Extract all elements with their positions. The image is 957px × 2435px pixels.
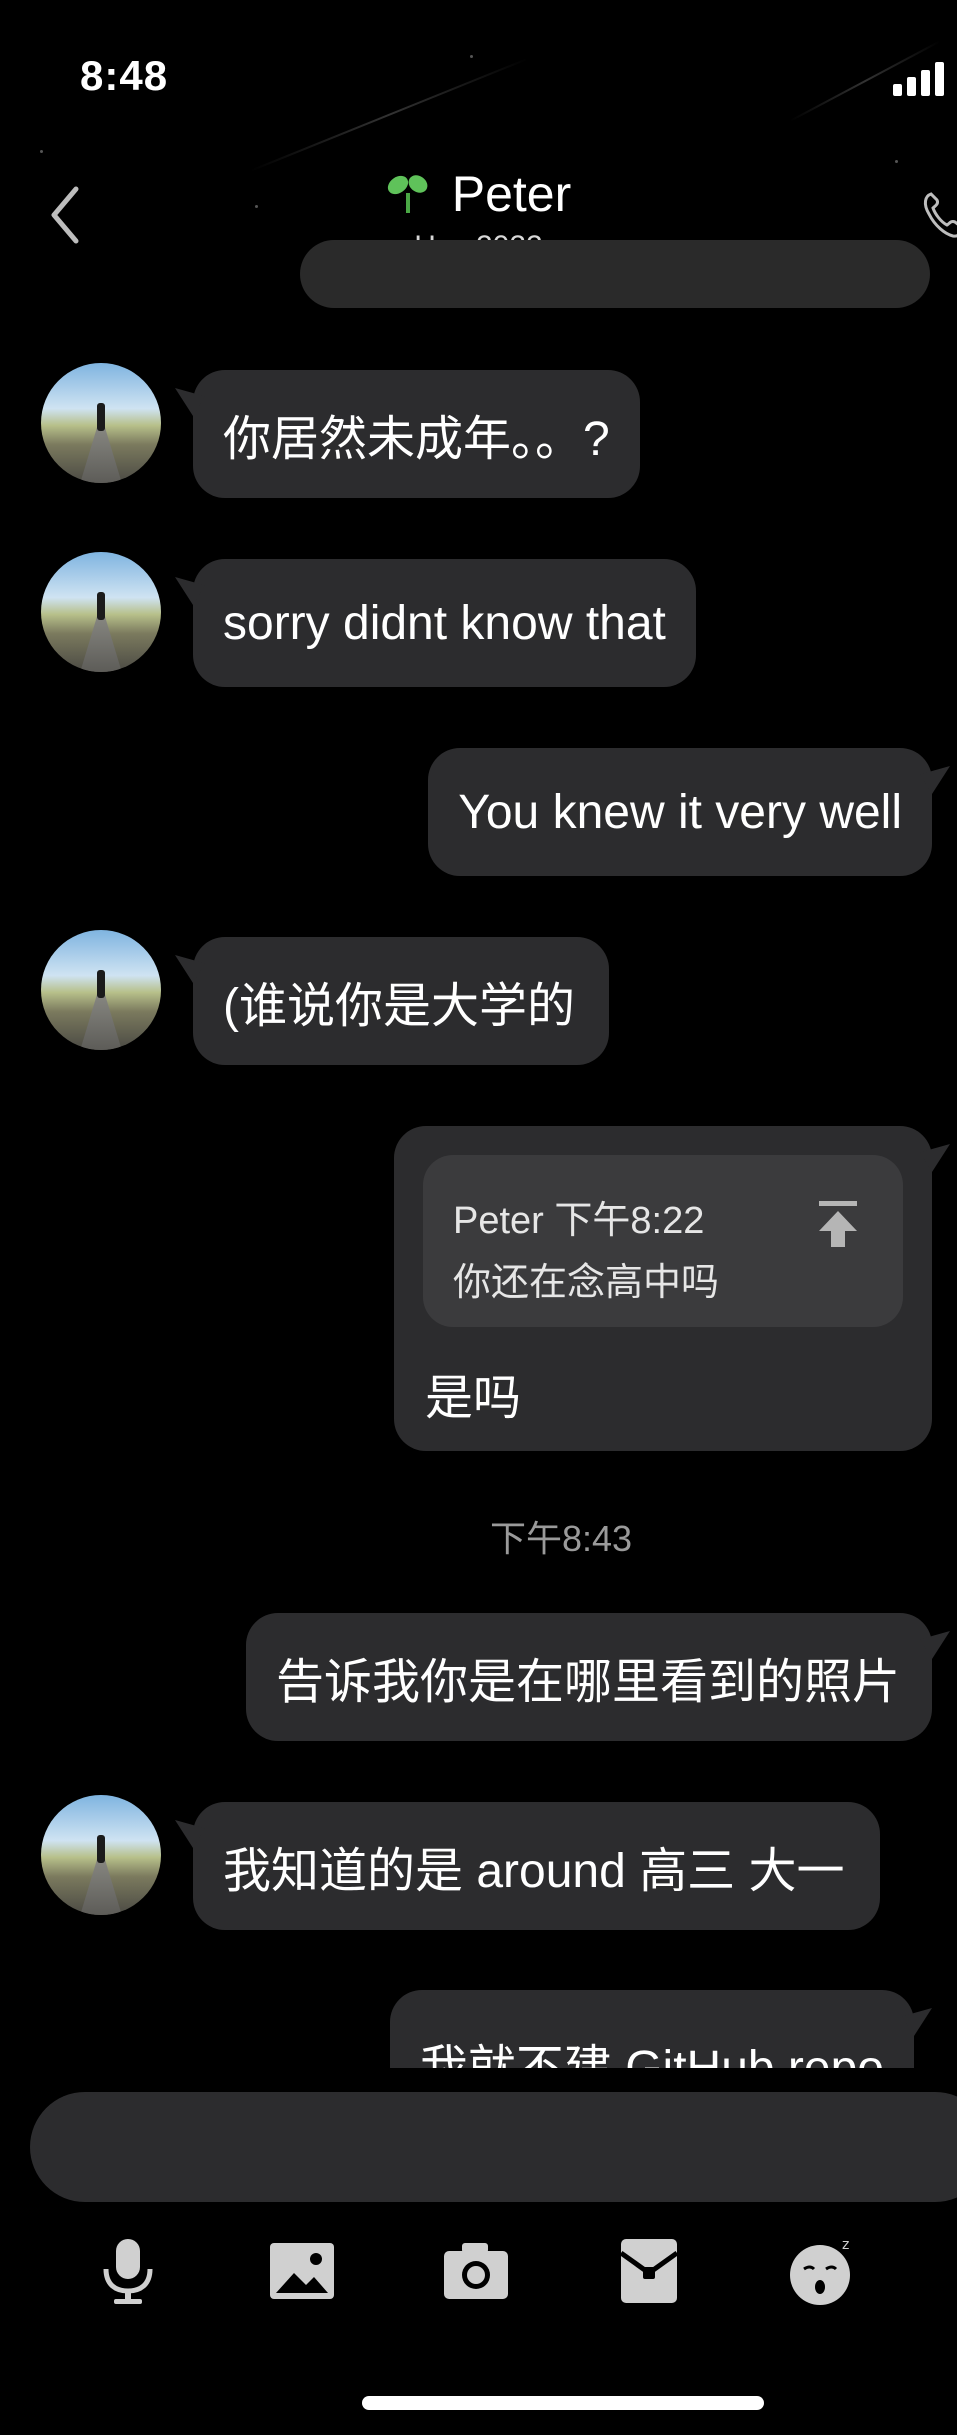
contact-name: Peter xyxy=(451,166,572,222)
background-star xyxy=(895,160,898,163)
message-bubble-outgoing[interactable]: You knew it very well xyxy=(428,748,932,876)
signal-icon xyxy=(893,60,945,96)
background-star xyxy=(40,150,43,153)
clipped-message-container: 我就不建 GitHub repo xyxy=(380,1990,932,2068)
contact-avatar[interactable] xyxy=(41,930,161,1050)
message-bubble-incoming[interactable]: 你居然未成年。。? xyxy=(193,370,640,498)
message-bubble-outgoing[interactable]: 我就不建 GitHub repo xyxy=(389,1990,914,2068)
svg-text:z: z xyxy=(842,2237,849,2253)
message-input[interactable] xyxy=(30,2092,957,2202)
message-bubble-incoming[interactable]: (谁说你是大学的 xyxy=(193,937,609,1065)
microphone-icon[interactable] xyxy=(92,2235,164,2307)
message-bubble-outgoing[interactable]: 告诉我你是在哪里看到的照片 xyxy=(245,1613,932,1741)
sprout-icon xyxy=(387,175,428,213)
message-text: (谁说你是大学的 xyxy=(223,980,575,1033)
clipped-message-bubble xyxy=(300,240,930,308)
message-text: You knew it very well xyxy=(458,785,902,839)
timestamp-divider: 下午8:43 xyxy=(489,1518,633,1559)
sticker-icon[interactable]: z xyxy=(786,2235,858,2307)
contact-avatar[interactable] xyxy=(41,552,161,672)
phone-icon[interactable] xyxy=(921,190,957,240)
quote-text: 你还在念高中吗 xyxy=(453,1262,720,1304)
message-text: sorry didnt know that xyxy=(223,596,666,650)
camera-icon[interactable] xyxy=(440,2235,512,2307)
quote-author-time: Peter 下午8:22 xyxy=(453,1200,705,1242)
background-star xyxy=(470,55,473,58)
message-text: 告诉我你是在哪里看到的照片 xyxy=(275,1656,900,1709)
chat-title[interactable]: Peter xyxy=(0,165,957,223)
contact-avatar[interactable] xyxy=(41,1795,161,1915)
background-streak xyxy=(249,57,529,172)
red-packet-icon[interactable] xyxy=(613,2235,685,2307)
image-icon[interactable] xyxy=(266,2235,338,2307)
home-indicator[interactable] xyxy=(362,2396,764,2410)
message-bubble-incoming[interactable]: 我知道的是 around 高三 大一 xyxy=(193,1802,881,1930)
quoted-message-card[interactable]: Peter 下午8:22 你还在念高中吗 xyxy=(423,1155,903,1327)
reply-text: 是吗 xyxy=(425,1372,522,1425)
message-bubble-incoming[interactable]: sorry didnt know that xyxy=(193,559,696,687)
message-text: 我就不建 GitHub repo xyxy=(420,2028,884,2068)
message-text: 你居然未成年。。? xyxy=(223,413,610,466)
jump-to-quote-icon[interactable] xyxy=(815,1199,861,1249)
status-time: 8:48 xyxy=(80,52,169,99)
message-text: 我知道的是 around 高三 大一 xyxy=(223,1845,845,1898)
contact-avatar[interactable] xyxy=(41,363,161,483)
